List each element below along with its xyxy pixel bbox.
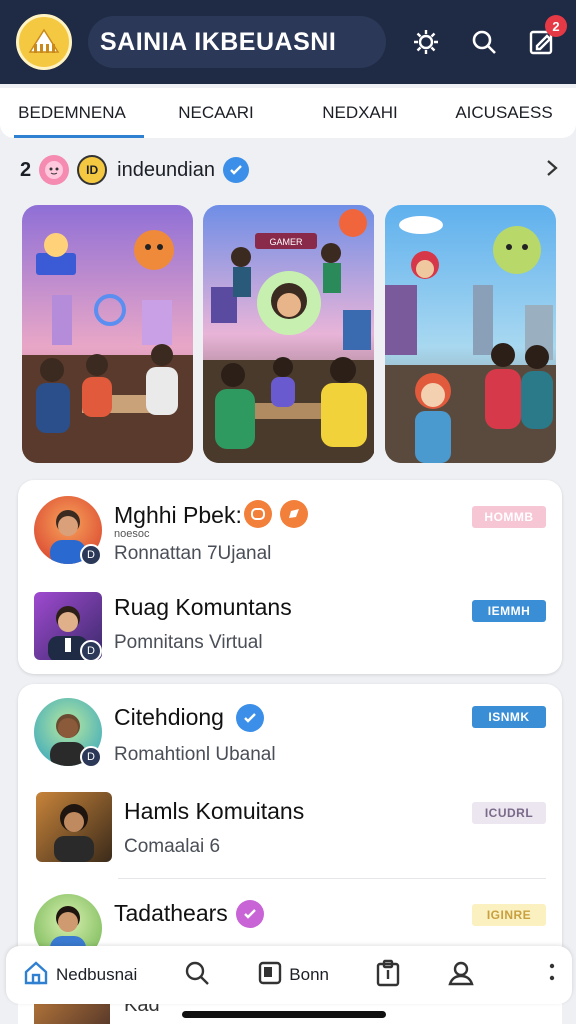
game-icon <box>244 500 272 528</box>
more-icon <box>548 961 556 990</box>
book-icon <box>257 960 283 991</box>
status-tag: ICUDRL <box>472 802 546 824</box>
app-header: SAINIA IKBEUASNI 2 <box>0 0 576 84</box>
search-icon <box>183 959 211 992</box>
status-tag: ISNMK <box>472 706 546 728</box>
section-label: indeundian <box>117 158 215 181</box>
row-title: Ruag Komuntans <box>114 594 292 620</box>
row-subtitle: Comaalai 6 <box>124 836 221 857</box>
row-subtitle: Pomnitans Virtual <box>114 632 263 653</box>
nav-book[interactable]: Bonn <box>257 960 329 991</box>
app-title: SAINIA IKBEUASNI <box>100 27 337 56</box>
chevron-right-icon[interactable] <box>544 158 560 183</box>
search-icon[interactable] <box>466 24 502 60</box>
avatar-badge: D <box>80 544 102 566</box>
nav-home[interactable]: Nedbusnai <box>22 959 137 992</box>
verified-icon <box>236 704 264 732</box>
status-tag: IGINRE <box>472 904 546 926</box>
row-subtitle: Romahtionl Ubanal <box>114 744 276 765</box>
notification-badge: 2 <box>545 15 567 37</box>
home-indicator <box>182 1011 386 1018</box>
row-subtitle: Ronnattan 7Ujanal <box>114 543 272 564</box>
list-item[interactable]: D Citehdiong Romahtionl Ubanal ISNMK <box>18 684 562 780</box>
avatar <box>34 894 102 946</box>
verified-icon <box>236 900 264 928</box>
clipboard-icon <box>375 959 401 992</box>
avatar <box>36 792 112 862</box>
status-tag: HOMMB <box>472 506 546 528</box>
row-divider <box>118 878 546 879</box>
app-title-pill[interactable]: SAINIA IKBEUASNI <box>88 16 386 68</box>
nav-profile[interactable] <box>447 959 475 992</box>
nav-home-label: Nedbusnai <box>56 965 138 984</box>
card-sign-text: GAMER <box>270 237 304 247</box>
row-title: Citehdiong <box>114 704 224 730</box>
section-header[interactable]: 2 ID indeundian <box>20 152 560 188</box>
list-card-1: D Mghhi Pbek: noesoc Ronnattan 7Ujanal H… <box>18 480 562 674</box>
section-count: 2 <box>20 158 32 181</box>
compose-icon[interactable]: 2 <box>524 15 567 60</box>
id-badge-icon: ID <box>77 155 108 185</box>
featured-card-3[interactable] <box>384 205 556 463</box>
avatar-badge: D <box>80 746 102 768</box>
featured-cards: GAMER <box>22 205 556 463</box>
home-icon <box>22 959 50 992</box>
verified-icon <box>223 157 249 183</box>
list-item[interactable]: D Ruag Komuntans Pomnitans Virtual IEMMH <box>18 576 562 672</box>
row-title: Tadathears <box>114 900 228 926</box>
game-scene-image <box>22 205 193 463</box>
game-scene-image: GAMER <box>203 205 375 463</box>
nav-more[interactable] <box>548 961 556 990</box>
nav-clipboard[interactable] <box>375 959 401 992</box>
row-title: Hamls Komuitans <box>124 798 305 824</box>
bottom-nav: Nedbusnai Bonn <box>6 946 572 1004</box>
list-item[interactable]: Tadathears IGINRE <box>18 880 562 946</box>
app-logo-icon[interactable] <box>16 14 72 70</box>
list-item[interactable]: D Mghhi Pbek: noesoc Ronnattan 7Ujanal H… <box>18 480 562 576</box>
game-scene-image <box>384 205 556 463</box>
tab-aicusaess[interactable]: AICUSAESS <box>432 88 576 138</box>
tab-necaari[interactable]: NECAARI <box>144 88 288 138</box>
featured-card-1[interactable] <box>22 205 193 463</box>
tab-bedemnena[interactable]: BEDEMNENA <box>0 88 144 138</box>
chat-icon <box>280 500 308 528</box>
row-small-caption: noesoc <box>114 528 150 540</box>
nav-book-label: Bonn <box>289 965 329 984</box>
nav-search[interactable] <box>183 959 211 992</box>
tab-bar: BEDEMNENA NECAARI NEDXAHI AICUSAESS <box>0 88 576 138</box>
profile-icon <box>447 959 475 992</box>
avatar-badge: D <box>80 640 102 662</box>
list-item[interactable]: Hamls Komuitans Comaalai 6 ICUDRL <box>18 780 562 876</box>
row-title: Mghhi Pbek: <box>114 502 242 528</box>
settings-icon[interactable] <box>408 24 444 60</box>
tab-nedxahi[interactable]: NEDXAHI <box>288 88 432 138</box>
status-tag: IEMMH <box>472 600 546 622</box>
list-card-2: D Citehdiong Romahtionl Ubanal ISNMK Ham… <box>18 684 562 946</box>
pink-avatar-icon <box>39 155 70 185</box>
featured-card-2[interactable]: GAMER <box>203 205 375 463</box>
